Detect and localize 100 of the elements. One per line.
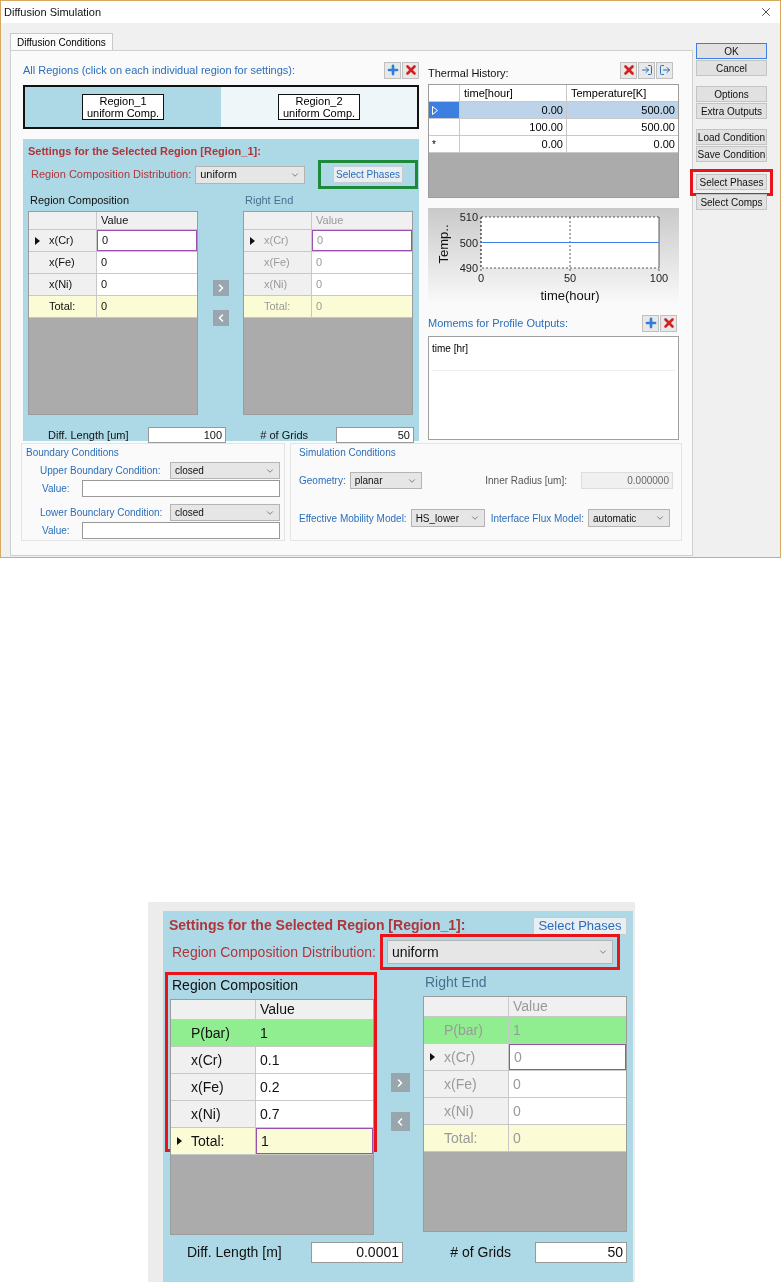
dropdown[interactable]: uniform (386, 940, 613, 964)
table-cell-text: 500.00 (640, 119, 676, 135)
dialog-button[interactable]: Load Condition (696, 129, 767, 145)
table-cell-text: 500.00 (640, 102, 676, 118)
column-header: Value (512, 997, 549, 1016)
delete-icon[interactable] (620, 61, 637, 79)
row-label: x(Cr) (263, 233, 289, 249)
tab[interactable]: Diffusion Conditions (10, 33, 113, 50)
value-field[interactable] (82, 522, 280, 539)
dialog-button[interactable]: Options (696, 86, 767, 102)
grids-field[interactable]: 50 (336, 427, 414, 444)
row-label: x(Fe) (48, 255, 75, 271)
row-label: x(Ni) (190, 1104, 221, 1124)
dropdown[interactable]: HS_lower (410, 509, 485, 527)
close-icon[interactable] (759, 5, 773, 19)
settings-title: Settings for the Selected Region [Region_1]: (169, 916, 466, 935)
grid-row[interactable]: x(Ni) 0 (29, 274, 197, 296)
move-left-button[interactable] (212, 310, 229, 327)
column-header: Value (315, 213, 345, 229)
table-row[interactable]: 0.00 500.00 (429, 102, 678, 119)
delete-icon[interactable] (402, 61, 419, 79)
grid-row[interactable]: x(Ni) 0.7 (171, 1101, 373, 1128)
grid-cell: 1 (256, 1128, 373, 1154)
table-cell: 100.00 (460, 119, 567, 135)
table-row[interactable]: * 0.00 0.00 (429, 136, 678, 153)
distribution-label: Region Composition Distribution: (31, 167, 192, 183)
x-axis-label: time(hour) (540, 288, 600, 303)
grid-cell: 0 (97, 230, 197, 251)
value-label: Value: (41, 524, 70, 538)
dialog-button[interactable]: Save Condition (696, 146, 767, 162)
current-row-icon (429, 1053, 435, 1061)
row-label: x(Cr) (190, 1050, 223, 1070)
row-label: x(Ni) (443, 1101, 474, 1121)
x-tick-label: 100 (649, 272, 669, 284)
dialog-button[interactable]: Cancel (696, 60, 767, 76)
add-icon[interactable] (384, 61, 401, 79)
y-tick-label: 490 (459, 262, 478, 274)
grid-row[interactable]: P(bar) 1 (171, 1020, 373, 1047)
grid-cell: 0 (509, 1071, 626, 1097)
x-tick-label: 0 (477, 272, 485, 284)
import-icon[interactable] (638, 61, 655, 79)
add-icon[interactable] (642, 314, 659, 332)
y-tick-label: 500 (459, 236, 478, 249)
diff-length-field[interactable]: 100 (148, 427, 226, 444)
thermal-history-label: Thermal History: (428, 65, 509, 81)
current-row-icon (432, 105, 438, 115)
dialog-button[interactable]: Extra Outputs (696, 103, 767, 119)
outputs-label: Momems for Profile Outputs: (428, 315, 568, 331)
row-label: P(bar) (190, 1023, 230, 1043)
grid-row[interactable]: x(Fe) 0 (29, 252, 197, 274)
grid-row[interactable]: Total: 0 (29, 296, 197, 318)
chevron-down-icon (469, 513, 480, 523)
composition-label: Region Composition (29, 192, 131, 208)
region-label: Region_1 uniform Comp. (81, 94, 165, 120)
y-tick-label: 510 (459, 211, 478, 223)
region-segment[interactable]: Region_1 uniform Comp. (25, 87, 221, 127)
move-right-button[interactable] (212, 280, 229, 297)
dialog-button[interactable]: OK (696, 43, 767, 59)
select-phases-button[interactable]: Select Phases (533, 916, 627, 935)
grid-cell: 0 (312, 252, 412, 273)
row-label: Total: (48, 299, 76, 315)
grid-row[interactable]: Total: 1 (171, 1128, 373, 1155)
export-icon[interactable] (656, 61, 673, 79)
column-header: Value (259, 1000, 296, 1019)
grid-row[interactable]: x(Cr) 0 (29, 230, 197, 252)
row-label: Total: (190, 1131, 225, 1151)
grid-cell: 0.1 (256, 1047, 373, 1073)
geometry-label: Geometry: (299, 474, 346, 488)
column-header: Value (100, 213, 130, 229)
dropdown[interactable]: automatic (588, 509, 670, 527)
diff-length-label: Diff. Length [um] (48, 428, 130, 443)
move-left-button[interactable] (390, 1112, 410, 1131)
table-row[interactable]: 100.00 500.00 (429, 119, 678, 136)
row-label: x(Fe) (443, 1074, 477, 1094)
table-cell: 0.00 (460, 136, 567, 152)
grids-field[interactable]: 50 (535, 1242, 627, 1263)
dropdown[interactable]: planar (349, 472, 422, 489)
dialog-button[interactable]: Select Phases (696, 174, 767, 190)
distribution-label: Region Composition Distribution: (172, 942, 376, 962)
move-right-button[interactable] (390, 1073, 410, 1092)
delete-icon[interactable] (660, 314, 677, 332)
list-item[interactable]: time [hr] (432, 341, 675, 371)
table-cell: 0.00 (460, 102, 567, 118)
grid-cell: 0 (509, 1098, 626, 1124)
chevron-down-icon (655, 513, 665, 523)
dropdown[interactable]: uniform (195, 165, 306, 184)
select-phases-button[interactable]: Select Phases (333, 166, 403, 183)
regions-label: All Regions (click on each individual region for settings): (23, 62, 296, 78)
region-segment[interactable]: Region_2 uniform Comp. (221, 87, 417, 127)
value-field[interactable] (82, 480, 280, 497)
grid-cell: 0 (97, 252, 197, 273)
inner-radius-label: Inner Radius [um]: (485, 474, 567, 488)
grid-row[interactable]: x(Fe) 0.2 (171, 1074, 373, 1101)
dropdown[interactable]: closed (170, 504, 280, 521)
grids-label: # of Grids (260, 428, 308, 443)
dropdown[interactable]: closed (170, 462, 280, 479)
current-row-icon (176, 1137, 182, 1145)
row-label: x(Fe) (263, 255, 290, 271)
grid-row[interactable]: x(Cr) 0.1 (171, 1047, 373, 1074)
diff-length-field[interactable]: 0.0001 (311, 1242, 403, 1263)
